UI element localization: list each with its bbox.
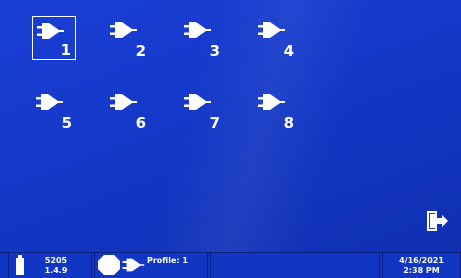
plug-number: 8 — [283, 114, 294, 132]
plug-number: 6 — [135, 114, 146, 132]
plug-button-4[interactable]: 4 — [254, 16, 298, 60]
plug-button-3[interactable]: 3 — [180, 16, 224, 60]
plug-icon — [184, 22, 211, 38]
plug-button-7[interactable]: 7 — [180, 88, 224, 132]
plug-number: 3 — [209, 42, 220, 60]
plug-button-6[interactable]: 6 — [106, 88, 150, 132]
exit-button[interactable] — [425, 210, 449, 232]
plug-number: 2 — [135, 42, 146, 60]
firmware-version: 1.4.9 — [44, 266, 68, 275]
device-model: 5205 — [44, 256, 68, 265]
plug-number: 4 — [283, 42, 294, 60]
plug-button-8[interactable]: 8 — [254, 88, 298, 132]
plug-icon — [184, 94, 211, 110]
plug-icon — [258, 22, 285, 38]
profile-label: Profile: 1 — [147, 256, 188, 265]
plug-button-1[interactable]: 1 — [32, 16, 76, 60]
profile-cell[interactable]: Profile: 1 — [94, 253, 208, 278]
main-screen: 1 2 3 4 5 6 7 8 — [0, 0, 461, 277]
plug-number: 1 — [60, 41, 71, 59]
plug-icon — [110, 22, 137, 38]
device-info-cell: 5205 1.4.9 — [8, 253, 92, 278]
stop-octagon-icon — [98, 255, 120, 275]
datetime-cell: 4/16/2021 2:38 PM — [382, 253, 461, 278]
plug-button-2[interactable]: 2 — [106, 16, 150, 60]
plug-icon — [258, 94, 285, 110]
exit-door-icon — [427, 211, 448, 231]
plug-button-5[interactable]: 5 — [32, 88, 76, 132]
status-bar: 5205 1.4.9 Profile: 1 4/16/2021 2:38 PM — [0, 252, 461, 278]
date-text: 4/16/2021 — [399, 256, 444, 265]
time-text: 2:38 PM — [403, 266, 440, 275]
plug-icon — [37, 23, 64, 39]
plug-number: 7 — [209, 114, 220, 132]
plug-icon — [110, 94, 137, 110]
plug-icon — [36, 94, 63, 110]
empty-status-cell — [210, 253, 380, 278]
plug-number: 5 — [61, 114, 72, 132]
